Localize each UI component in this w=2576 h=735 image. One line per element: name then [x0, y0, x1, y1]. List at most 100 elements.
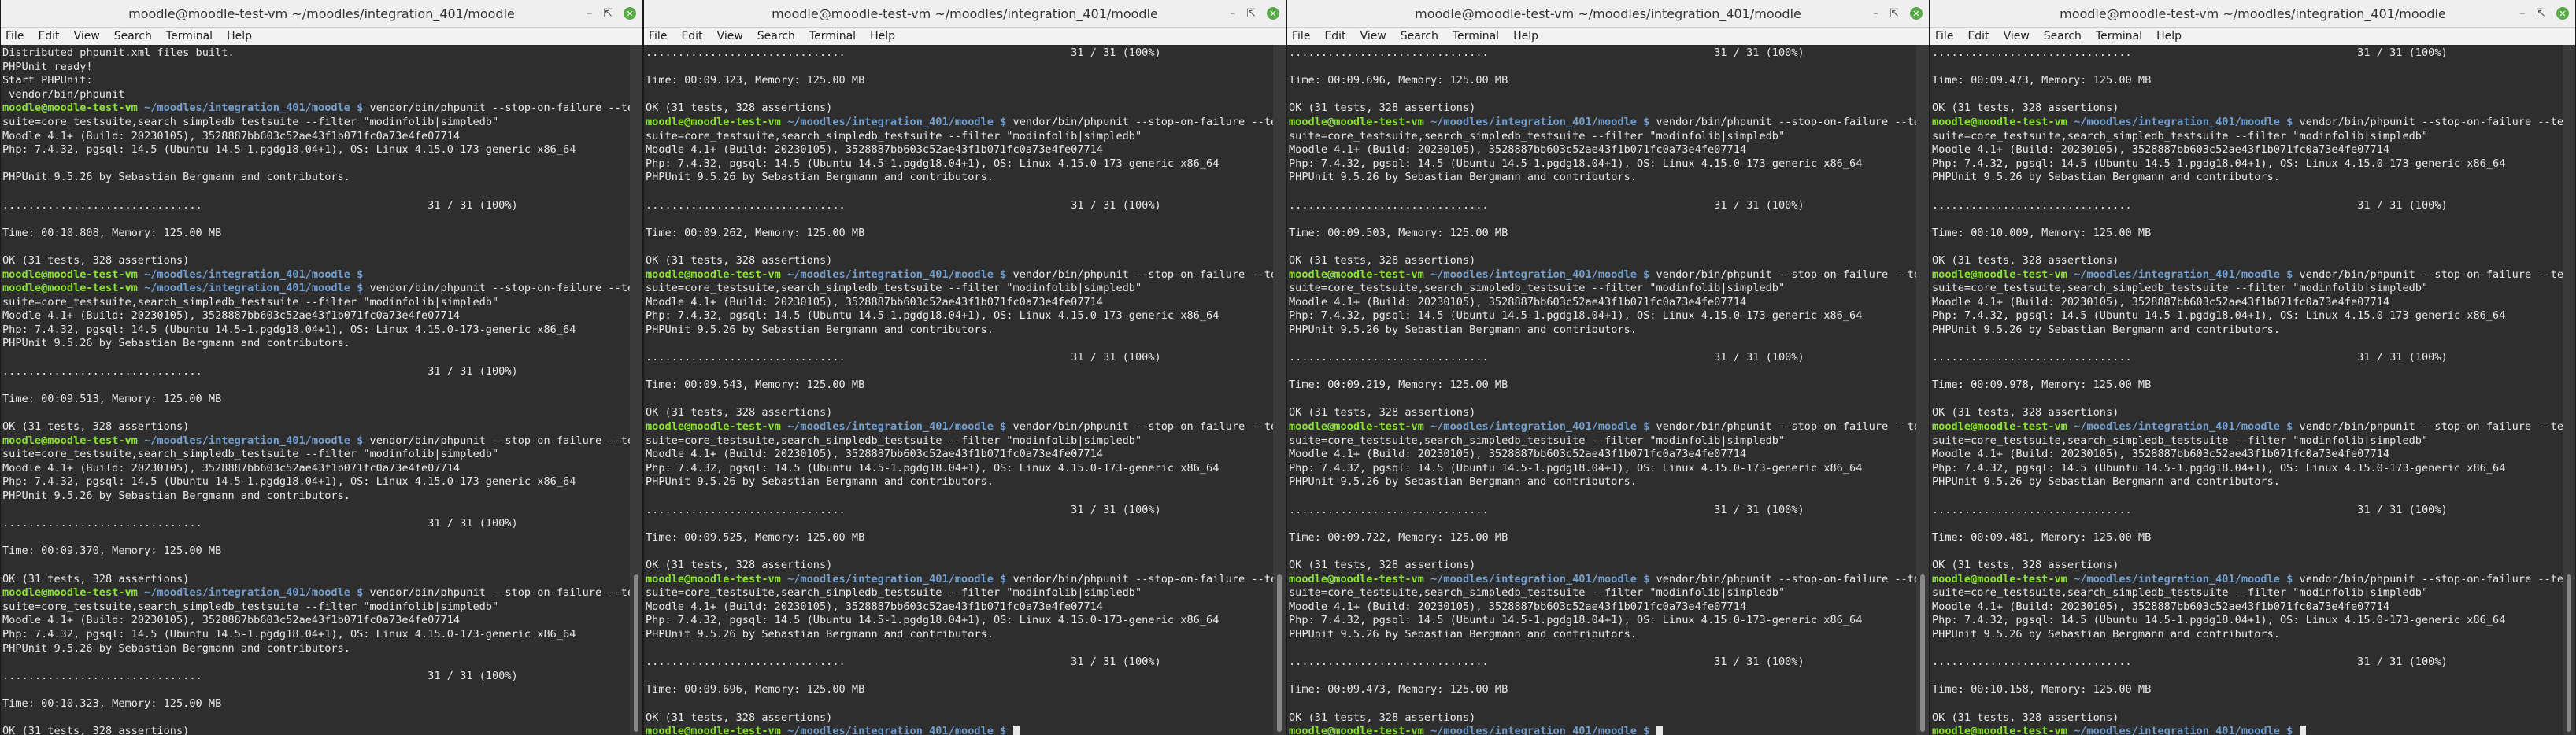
menu-help[interactable]: Help	[2156, 30, 2182, 42]
window-titlebar[interactable]: moodle@moodle-test-vm ~/moodles/integrat…	[644, 0, 1286, 28]
minimize-icon[interactable]: –	[2519, 8, 2525, 19]
close-icon[interactable]: ✕	[624, 7, 636, 20]
terminal-line: Time: 00:09.473, Memory: 125.00 MB	[1932, 74, 2563, 88]
output-text: suite=core_testsuite,search_simpledb_tes…	[2, 600, 499, 613]
terminal-output[interactable]: Distributed phpunit.xml files built. PHPU…	[1, 45, 630, 735]
scrollbar[interactable]	[1273, 45, 1286, 735]
output-text: OK (31 tests, 328 assertions)	[1289, 711, 1476, 724]
terminal-line: Moodle 4.1+ (Build: 20230105), 3528887bb…	[1289, 143, 1916, 157]
terminal-line: suite=core_testsuite,search_simpledb_tes…	[1289, 130, 1916, 144]
output-text: Time: 00:09.323, Memory: 125.00 MB	[646, 74, 865, 87]
output-text: Moodle 4.1+ (Build: 20230105), 3528887bb…	[646, 448, 1104, 461]
output-text: OK (31 tests, 328 assertions)	[1932, 558, 2119, 571]
prompt-path: ~/moodles/integration_401/moodle $	[787, 268, 1007, 281]
command-text: vendor/bin/phpunit --stop-on-failure --t…	[1649, 115, 1917, 128]
prompt-user-host: moodle@moodle-test-vm	[1932, 572, 2067, 585]
scrollbar[interactable]	[2563, 45, 2575, 735]
output-text: PHPUnit 9.5.26 by Sebastian Bergmann and…	[1932, 627, 2280, 641]
menu-view[interactable]: View	[1360, 30, 1386, 42]
terminal-line: Moodle 4.1+ (Build: 20230105), 3528887bb…	[1932, 448, 2563, 462]
terminal-line: moodle@moodle-test-vm ~/moodles/integrat…	[1932, 725, 2563, 735]
scrollbar[interactable]	[630, 45, 642, 735]
menu-edit[interactable]: Edit	[681, 30, 702, 42]
menu-help[interactable]: Help	[227, 30, 252, 42]
menu-view[interactable]: View	[717, 30, 743, 42]
menu-edit[interactable]: Edit	[38, 30, 59, 42]
terminal-output[interactable]: ............................... 31 / 31 …	[644, 45, 1273, 735]
maximize-icon[interactable]: ⇱	[603, 8, 613, 19]
menu-search[interactable]: Search	[1401, 30, 1438, 42]
terminal-line: suite=core_testsuite,search_simpledb_tes…	[1289, 586, 1916, 600]
close-icon[interactable]: ✕	[1910, 7, 1923, 20]
window-titlebar[interactable]: moodle@moodle-test-vm ~/moodles/integrat…	[1930, 0, 2575, 28]
terminal-line: Time: 00:09.323, Memory: 125.00 MB	[646, 74, 1273, 88]
scrollbar-thumb[interactable]	[2567, 574, 2571, 732]
output-text: Php: 7.4.32, pgsql: 14.5 (Ubuntu 14.5-1.…	[1289, 309, 1863, 323]
output-text: Time: 00:10.323, Memory: 125.00 MB	[2, 696, 222, 710]
maximize-icon[interactable]: ⇱	[1246, 8, 1256, 19]
menu-edit[interactable]: Edit	[1324, 30, 1345, 42]
minimize-icon[interactable]: –	[587, 8, 592, 19]
menu-file[interactable]: File	[1935, 30, 1953, 42]
terminal-line: ............................... 31 / 31 …	[1932, 656, 2563, 670]
scrollbar-thumb[interactable]	[1277, 574, 1282, 732]
terminal-window-1[interactable]: moodle@moodle-test-vm ~/moodles/integrat…	[0, 0, 643, 735]
menu-help[interactable]: Help	[870, 30, 895, 42]
menu-file[interactable]: File	[649, 30, 667, 42]
menu-search[interactable]: Search	[757, 30, 795, 42]
terminal-line: OK (31 tests, 328 assertions)	[2, 254, 630, 268]
window-titlebar[interactable]: moodle@moodle-test-vm ~/moodles/integrat…	[1287, 0, 1929, 28]
output-text: OK (31 tests, 328 assertions)	[1289, 102, 1476, 115]
output-text: PHPUnit 9.5.26 by Sebastian Bergmann and…	[2, 171, 350, 184]
terminal-line: moodle@moodle-test-vm ~/moodles/integrat…	[2, 102, 630, 116]
command-text: vendor/bin/phpunit --stop-on-failure --t…	[363, 586, 631, 600]
menu-terminal[interactable]: Terminal	[166, 30, 213, 42]
window-titlebar[interactable]: moodle@moodle-test-vm ~/moodles/integrat…	[1, 0, 642, 28]
output-text: Time: 00:09.513, Memory: 125.00 MB	[2, 392, 222, 405]
maximize-icon[interactable]: ⇱	[1889, 8, 1899, 19]
menu-view[interactable]: View	[74, 30, 100, 42]
terminal-output[interactable]: ............................... 31 / 31 …	[1930, 45, 2563, 735]
terminal-line: ............................... 31 / 31 …	[1289, 46, 1916, 61]
menu-search[interactable]: Search	[114, 30, 152, 42]
terminal-window-3[interactable]: moodle@moodle-test-vm ~/moodles/integrat…	[1286, 0, 1930, 735]
menu-terminal[interactable]: Terminal	[809, 30, 856, 42]
terminal-window-2[interactable]: moodle@moodle-test-vm ~/moodles/integrat…	[643, 0, 1286, 735]
menu-view[interactable]: View	[2004, 30, 2030, 42]
minimize-icon[interactable]: –	[1230, 8, 1235, 19]
menu-help[interactable]: Help	[1513, 30, 1538, 42]
prompt-user-host: moodle@moodle-test-vm	[646, 420, 781, 434]
scrollbar-thumb[interactable]	[634, 574, 638, 732]
terminal-line: Time: 00:09.262, Memory: 125.00 MB	[646, 227, 1273, 241]
output-text: ............................... 31 / 31 …	[2, 198, 518, 212]
menu-file[interactable]: File	[1292, 30, 1310, 42]
window-title: moodle@moodle-test-vm ~/moodles/integrat…	[772, 6, 1158, 21]
close-icon[interactable]: ✕	[1267, 7, 1279, 20]
output-text: Time: 00:09.543, Memory: 125.00 MB	[646, 379, 865, 392]
menu-terminal[interactable]: Terminal	[1453, 30, 1499, 42]
scrollbar[interactable]	[1916, 45, 1929, 735]
menu-search[interactable]: Search	[2044, 30, 2082, 42]
menu-edit[interactable]: Edit	[1967, 30, 1989, 42]
scrollbar-thumb[interactable]	[1920, 574, 1925, 732]
menu-terminal[interactable]: Terminal	[2096, 30, 2142, 42]
menu-file[interactable]: File	[6, 30, 24, 42]
terminal-output[interactable]: ............................... 31 / 31 …	[1287, 45, 1916, 735]
minimize-icon[interactable]: –	[1873, 8, 1878, 19]
terminal-line: Php: 7.4.32, pgsql: 14.5 (Ubuntu 14.5-1.…	[1289, 157, 1916, 172]
terminal-line: OK (31 tests, 328 assertions)	[1932, 711, 2563, 726]
terminal-window-4[interactable]: moodle@moodle-test-vm ~/moodles/integrat…	[1930, 0, 2576, 735]
prompt-path: ~/moodles/integration_401/moodle $	[787, 725, 1007, 735]
terminal-line: suite=core_testsuite,search_simpledb_tes…	[2, 116, 630, 130]
close-icon[interactable]: ✕	[2556, 7, 2569, 20]
maximize-icon[interactable]: ⇱	[2536, 8, 2545, 19]
terminal-line: ............................... 31 / 31 …	[646, 656, 1273, 670]
window-controls: – ⇱ ✕	[1873, 0, 1923, 27]
